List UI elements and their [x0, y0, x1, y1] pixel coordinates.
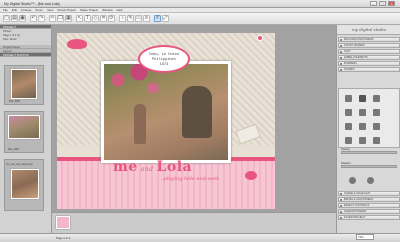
zoom-field[interactable]: 74% — [356, 234, 374, 240]
page-thumbnail[interactable] — [56, 216, 70, 229]
undo-icon[interactable]: ↶ — [30, 15, 37, 22]
photo-slot[interactable]: IMG_0082 — [4, 111, 44, 153]
title-and: and — [140, 166, 154, 173]
right-panel: my digital studio BACKGROUND PAPERS PHOT… — [336, 25, 400, 233]
eraser-icon[interactable]: ▭ — [135, 15, 142, 22]
section-brush-adjustment[interactable]: BRUSH & ADJUSTMENT — [338, 197, 400, 202]
photo-child — [134, 104, 146, 144]
music-icon[interactable]: ♪ — [119, 15, 126, 22]
no-shadow-icon[interactable] — [367, 177, 374, 184]
title-me: me — [113, 159, 138, 175]
text-icon[interactable]: T — [84, 15, 91, 22]
brand-logo: my digital studio — [337, 25, 400, 35]
minimize-icon[interactable]: – — [370, 1, 377, 6]
new-icon[interactable]: ▢ — [3, 15, 10, 22]
pen-tool-icon[interactable] — [373, 109, 380, 116]
label-line-3: 1973 — [159, 63, 169, 67]
page-subtitle[interactable]: ...playing hide-and-seek — [159, 176, 219, 182]
photo-thumbnail[interactable] — [11, 169, 39, 199]
tab-project-photos[interactable]: PROJECT PHOTOS — [0, 53, 51, 57]
section-text[interactable]: TEXT — [338, 49, 400, 54]
section-shade-highlight[interactable]: SHADE & HIGHLIGHT — [338, 191, 400, 196]
align-icon[interactable]: ≡ — [143, 15, 150, 22]
section-filter-project[interactable]: FILTER PROJECT — [338, 215, 400, 220]
brush-tool-icon[interactable] — [359, 95, 366, 102]
bring-forward-icon[interactable] — [345, 137, 352, 144]
section-borders[interactable]: BORDERS — [338, 61, 400, 66]
tools-box — [338, 88, 400, 148]
photo-name: IMG_0082 — [8, 148, 20, 151]
page-title[interactable]: me and Lola — [113, 159, 192, 175]
flip-icon[interactable] — [373, 123, 380, 130]
photo-name: me_and_lola_original.jpg — [6, 163, 33, 166]
photo-slot[interactable]: IMG_0081 — [4, 65, 44, 105]
photo-name: IMG_0081 — [9, 100, 21, 103]
save-icon[interactable]: ▣ — [19, 15, 26, 22]
photo-thumbnail[interactable] — [8, 115, 40, 139]
left-panel: PROJECT Photos Page 1 of 2 (1) Size: 12x… — [0, 25, 52, 233]
title-bar: My Digital Studio™ - [Me and Lola] – □ × — [0, 0, 400, 8]
opacity-slider[interactable] — [341, 151, 397, 154]
bird-embellishment[interactable] — [67, 39, 87, 49]
stamp-tool-icon[interactable] — [345, 95, 352, 102]
section-embellishments[interactable]: EMBELLISHMENTS — [338, 55, 400, 60]
photo-slot[interactable]: me_and_lola_original.jpg — [4, 159, 44, 211]
location-label[interactable]: Cebu, Le Union Philippines 1973 — [138, 45, 190, 73]
rotation-slider[interactable] — [341, 165, 397, 168]
title-lola: Lola — [156, 159, 193, 175]
copy-icon[interactable]: ❐ — [57, 15, 64, 22]
shadow-icon[interactable] — [349, 177, 356, 184]
page-strip — [52, 212, 336, 233]
crop-icon[interactable]: ⌗ — [100, 15, 107, 22]
fullscreen-icon[interactable]: ⤢ — [162, 15, 169, 22]
maximize-icon[interactable]: □ — [379, 1, 386, 6]
pen-icon[interactable]: ✎ — [127, 15, 134, 22]
page-indicator: Page 1 of 2 — [56, 236, 71, 240]
status-bar: Page 1 of 2 — [0, 233, 400, 242]
photo-grandmother — [182, 86, 212, 138]
delete-icon[interactable] — [373, 137, 380, 144]
select-icon[interactable]: ↖ — [76, 15, 83, 22]
shape-icon[interactable]: ◇ — [92, 15, 99, 22]
section-stamps[interactable]: STAMPS — [338, 67, 400, 72]
paste-icon[interactable]: ▦ — [65, 15, 72, 22]
section-photo-frames[interactable]: PHOTO FRAMES — [338, 43, 400, 48]
send-back-icon[interactable] — [359, 137, 366, 144]
section-shadow-preset[interactable]: SHADOW PRESET — [338, 209, 400, 214]
section-background-papers[interactable]: BACKGROUND PAPERS — [338, 37, 400, 42]
toolbar: ▢ ▤ ▣ ↶ ↷ ✂ ❐ ▦ ↖ T ◇ ⌗ ⟳ ♪ ✎ ▭ ≡ # ⤢ — [0, 13, 400, 25]
project-info: Photos Page 1 of 2 (1) Size: 12x12 — [0, 29, 51, 45]
info-size: Size: 12x12 — [3, 38, 17, 41]
section-effect-controls[interactable]: EFFECT CONTROLS — [338, 203, 400, 208]
rotate-left-icon[interactable] — [345, 123, 352, 130]
photo-frame[interactable] — [101, 61, 231, 163]
stamp-preview-icon[interactable] — [373, 95, 380, 102]
scrapbook-page[interactable]: Cebu, Le Union Philippines 1973 me and Lol… — [57, 33, 275, 209]
redo-icon[interactable]: ↷ — [38, 15, 45, 22]
small-bird-embellishment[interactable] — [245, 171, 257, 180]
flower-embellishment[interactable] — [257, 35, 263, 41]
grid-icon[interactable]: # — [154, 15, 161, 22]
open-icon[interactable]: ▤ — [11, 15, 18, 22]
shadow-tool-icon[interactable] — [345, 109, 352, 116]
cut-icon[interactable]: ✂ — [49, 15, 56, 22]
close-icon[interactable]: × — [388, 1, 395, 6]
rotate-right-icon[interactable] — [359, 123, 366, 130]
photo-thumbnail[interactable] — [11, 69, 37, 99]
rotate-icon[interactable]: ⟳ — [108, 15, 115, 22]
window-title: My Digital Studio™ - [Me and Lola] — [4, 2, 60, 6]
color-tool-icon[interactable] — [359, 109, 366, 116]
